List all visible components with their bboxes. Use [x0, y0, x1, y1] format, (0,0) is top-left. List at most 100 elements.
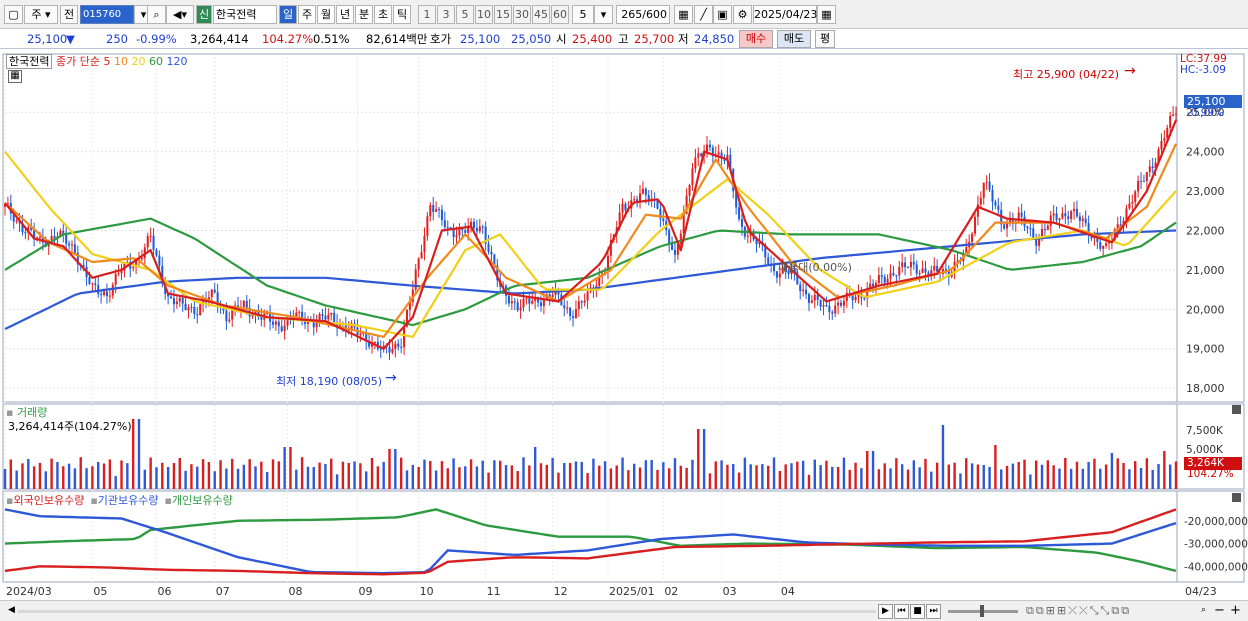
buy-button[interactable]: 매수	[739, 30, 773, 48]
candle-body	[1163, 138, 1166, 142]
date-tick-label: 12	[554, 585, 568, 598]
drawing-tools-icon[interactable]: ⧉⧉⊞⊞⤫⤫⤡⤡⧉⧉	[1026, 604, 1131, 618]
candle-body	[551, 294, 554, 298]
candle-body	[574, 309, 577, 319]
volume-bar	[3, 469, 7, 489]
step-value[interactable]: 5	[572, 5, 594, 24]
volume-bar	[388, 449, 391, 489]
volume-bar	[1163, 451, 1166, 489]
zoom-in-icon[interactable]: ⌕	[1196, 604, 1211, 619]
volume-bar	[697, 429, 700, 489]
volume-bar	[638, 467, 642, 489]
volume-bar	[533, 447, 537, 489]
date-tick-label: 04/23	[1185, 585, 1217, 598]
minute-step-15[interactable]: 15	[494, 5, 512, 24]
holding-close-icon[interactable]	[1232, 493, 1241, 502]
period-button-1[interactable]: 주	[298, 5, 316, 24]
sound-icon[interactable]: ◀▾	[166, 5, 194, 24]
minute-step-1[interactable]: 1	[418, 5, 436, 24]
minute-step-5[interactable]: 5	[456, 5, 474, 24]
volume-bar	[1168, 464, 1172, 489]
candle-body	[274, 321, 277, 325]
candle-body	[400, 346, 403, 348]
minute-step-30[interactable]: 30	[513, 5, 531, 24]
volume-bar	[976, 464, 980, 489]
candle-body	[918, 273, 921, 275]
period-button-0[interactable]: 일	[279, 5, 297, 24]
volume-bar	[1029, 474, 1032, 489]
trade-amount: 82,614백만	[366, 32, 428, 46]
candle-body	[277, 321, 280, 327]
first-icon[interactable]: ⏮	[894, 604, 909, 619]
candle-body	[1067, 216, 1070, 220]
volume-bar	[341, 461, 345, 489]
volume-bar	[953, 462, 956, 489]
scroll-track[interactable]	[18, 610, 876, 613]
volume-bar	[860, 468, 863, 489]
stop-icon[interactable]: ■	[910, 604, 925, 619]
change-arrow: ▼	[66, 32, 75, 46]
volume-bar	[300, 457, 304, 489]
chart-window-icon[interactable]: ▢	[4, 5, 23, 24]
candle-body	[883, 276, 886, 283]
zoom-slider-handle[interactable]	[980, 605, 984, 617]
zoom-out-icon[interactable]: −	[1212, 604, 1227, 619]
volume-bar	[586, 473, 589, 489]
table-icon[interactable]: ▦	[8, 70, 22, 83]
search-icon[interactable]: ⌕	[147, 5, 166, 24]
candle-body	[1105, 243, 1108, 246]
volume-bar	[201, 459, 205, 489]
volume-bar	[982, 464, 985, 489]
volume-bar	[32, 466, 36, 489]
avg-button[interactable]: 평	[815, 30, 835, 48]
step-dropdown-icon[interactable]: ▾	[594, 5, 613, 24]
count-field[interactable]: 265/600	[616, 5, 670, 24]
period-button-5[interactable]: 초	[374, 5, 392, 24]
sell-button[interactable]: 매도	[777, 30, 811, 48]
last-icon[interactable]: ⏭	[926, 604, 941, 619]
volume-bar	[813, 459, 816, 489]
candle-body	[901, 262, 904, 267]
play-icon[interactable]: ▶	[878, 604, 893, 619]
legend-stock-name[interactable]: 한국전력	[6, 54, 53, 69]
stock-code-input[interactable]: 015760	[80, 5, 134, 24]
open-price: 25,400	[572, 32, 613, 46]
save-icon[interactable]: ▣	[713, 5, 732, 24]
volume-bar	[1128, 469, 1131, 489]
candle-body	[528, 298, 531, 304]
date-field[interactable]: 2025/04/23	[753, 5, 817, 24]
minute-step-45[interactable]: 45	[532, 5, 550, 24]
calendar-icon[interactable]: ▦	[817, 5, 836, 24]
volume-bar	[1040, 464, 1044, 489]
prev-button[interactable]: 전	[60, 5, 78, 24]
volume-bar	[27, 459, 30, 489]
scroll-left-icon[interactable]: ◀	[4, 604, 19, 619]
candle-body	[280, 326, 283, 332]
minute-step-3[interactable]: 3	[437, 5, 455, 24]
minute-step-10[interactable]: 10	[475, 5, 493, 24]
period-button-2[interactable]: 월	[317, 5, 335, 24]
new-badge: 신	[196, 5, 212, 24]
candle-body	[842, 301, 845, 306]
grid-tool-icon[interactable]: ▦	[674, 5, 693, 24]
candle-body	[1166, 127, 1169, 139]
date-tick-label: 05	[93, 585, 107, 598]
minute-step-60[interactable]: 60	[551, 5, 569, 24]
plus-icon[interactable]: +	[1228, 604, 1243, 619]
view-combo[interactable]: 주 ▾	[24, 5, 58, 24]
volume-bar	[405, 470, 409, 489]
period-button-6[interactable]: 틱	[393, 5, 411, 24]
volume-close-icon[interactable]	[1232, 405, 1241, 414]
draw-tool-icon[interactable]: ╱	[694, 5, 713, 24]
candle-body	[73, 244, 76, 253]
volume-bar	[673, 458, 677, 489]
supply-zone-label: 매물대(0.00%)	[778, 261, 852, 274]
candle-body	[898, 266, 901, 276]
period-button-4[interactable]: 분	[355, 5, 373, 24]
stock-chart[interactable]: 25,00024,00023,00022,00021,00020,00019,0…	[0, 50, 1248, 598]
period-button-3[interactable]: 년	[336, 5, 354, 24]
gear-icon[interactable]: ⚙	[733, 5, 752, 24]
candle-body	[379, 348, 382, 350]
candle-body	[187, 307, 190, 311]
candle-body	[394, 343, 397, 349]
